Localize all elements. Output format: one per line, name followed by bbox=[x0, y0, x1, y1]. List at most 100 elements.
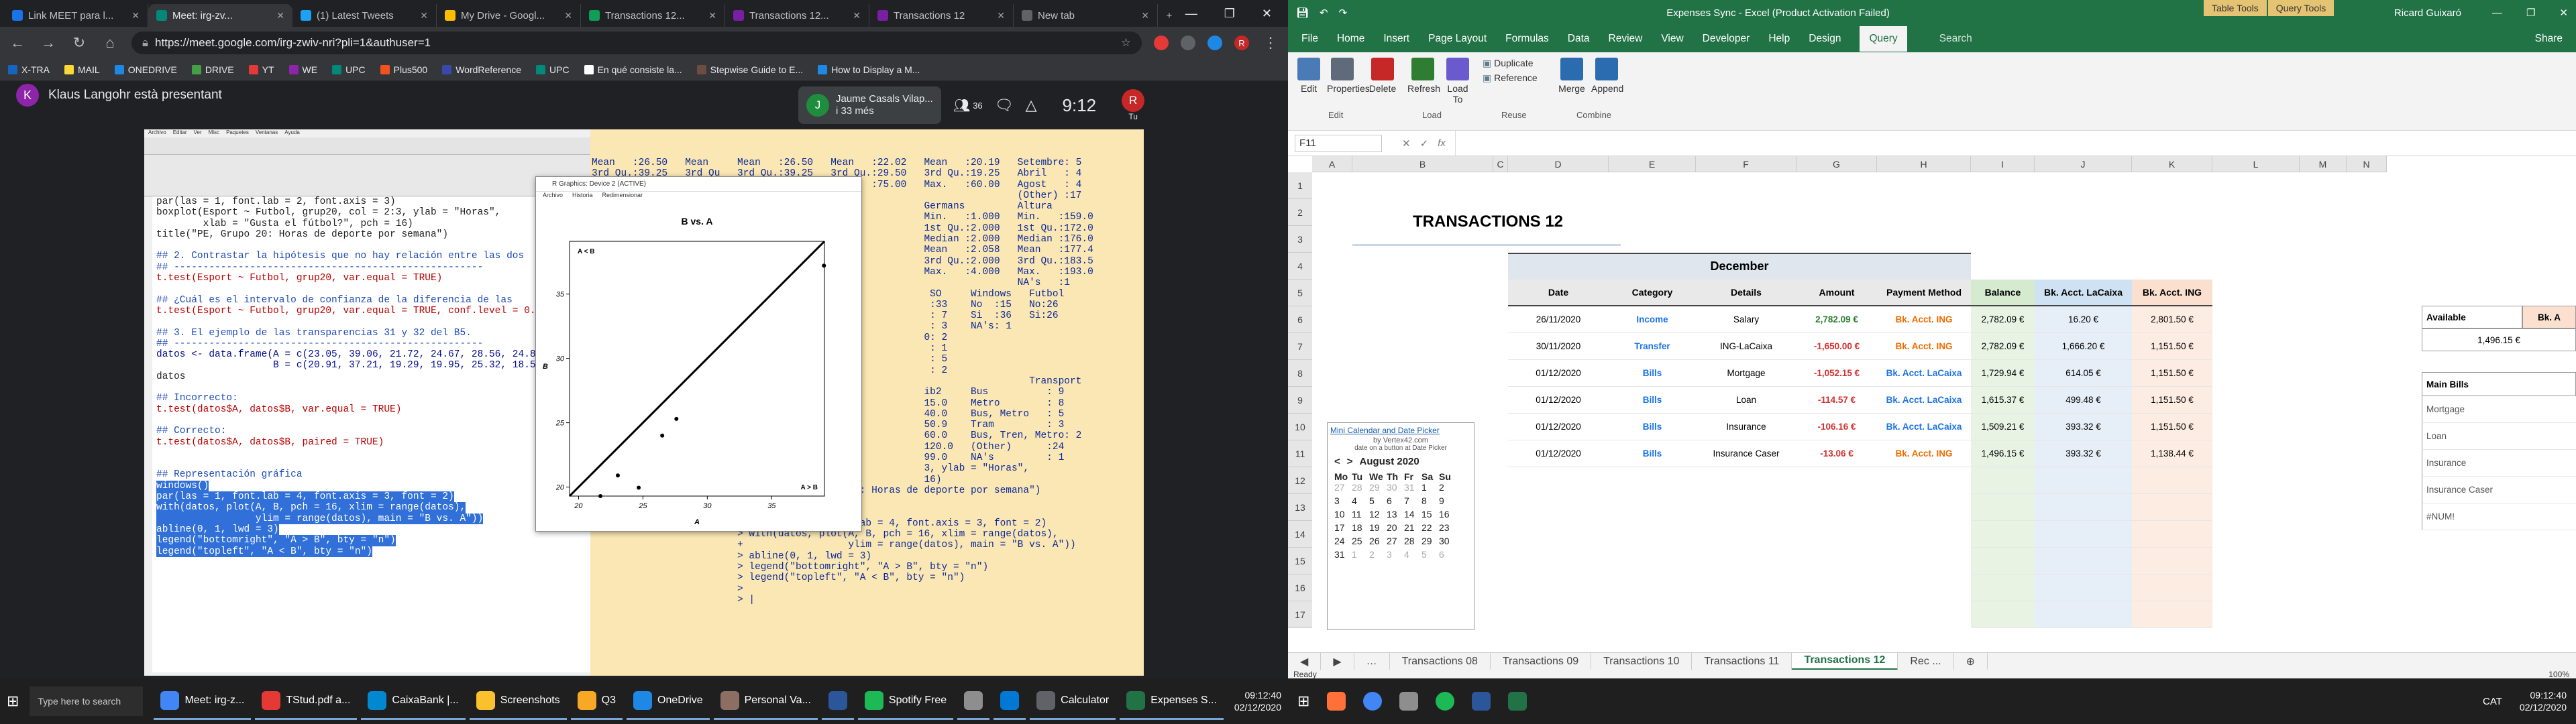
taskbar-app[interactable]: Calculator bbox=[1030, 682, 1116, 720]
self-avatar[interactable]: R bbox=[1122, 89, 1145, 112]
row-header[interactable]: 17 bbox=[1288, 601, 1312, 628]
ribbon-tab-formulas[interactable]: Formulas bbox=[1505, 33, 1549, 45]
balance-cell[interactable] bbox=[1971, 521, 2035, 548]
lacaixa-cell[interactable]: 499.48 € bbox=[2035, 387, 2132, 414]
column-header[interactable]: C bbox=[1493, 156, 1508, 172]
name-box[interactable]: F11 bbox=[1295, 134, 1382, 152]
category-cell[interactable]: Bills bbox=[1609, 414, 1696, 440]
bookmark-item[interactable]: Plus500 bbox=[380, 64, 427, 75]
star-icon[interactable]: ☆ bbox=[1121, 36, 1131, 50]
ribbon-tab-help[interactable]: Help bbox=[1768, 33, 1790, 45]
sheet-title[interactable]: TRANSACTIONS 12 bbox=[1352, 199, 1621, 246]
column-header[interactable]: I bbox=[1971, 156, 2035, 172]
zoom-level[interactable]: 100% bbox=[2548, 670, 2576, 679]
tab-close-icon[interactable]: ✕ bbox=[853, 10, 861, 21]
autosave-icon[interactable]: 💾︎ bbox=[1296, 7, 1309, 19]
activities-icon[interactable]: △ bbox=[1026, 97, 1037, 114]
calendar-day[interactable]: 27 bbox=[1334, 482, 1352, 493]
table-header[interactable]: Details bbox=[1696, 280, 1796, 306]
calendar-day[interactable]: 6 bbox=[1439, 549, 1456, 560]
details-cell[interactable]: Mortgage bbox=[1696, 360, 1796, 387]
main-bill-item[interactable]: Loan bbox=[2422, 423, 2576, 450]
chat-icon[interactable]: 🗨︎ bbox=[995, 97, 1014, 114]
lacaixa-cell[interactable] bbox=[2035, 494, 2132, 521]
row-header[interactable]: 4 bbox=[1288, 253, 1312, 280]
extension-icon[interactable] bbox=[1208, 36, 1222, 50]
category-cell[interactable]: Bills bbox=[1609, 360, 1696, 387]
reload-icon[interactable]: ↻ bbox=[70, 34, 89, 52]
language-indicator[interactable]: CAT bbox=[2483, 696, 2502, 707]
payment-cell[interactable]: Bk. Acct. LaCaixa bbox=[1877, 387, 1971, 414]
date-cell[interactable]: 26/11/2020 bbox=[1508, 306, 1609, 333]
calendar-day[interactable]: 8 bbox=[1421, 495, 1439, 506]
taskbar-search[interactable]: Type here to search bbox=[30, 686, 144, 716]
date-cell[interactable]: 30/11/2020 bbox=[1508, 333, 1609, 360]
date-cell[interactable]: 01/12/2020 bbox=[1508, 360, 1609, 387]
calendar-day[interactable]: 11 bbox=[1352, 509, 1369, 520]
sheet-tab[interactable]: Transactions 09 bbox=[1491, 652, 1592, 670]
balance-cell[interactable]: 1,496.15 € bbox=[1971, 440, 2035, 467]
balance-cell[interactable] bbox=[1971, 494, 2035, 521]
extension-icon[interactable] bbox=[1154, 36, 1169, 50]
extension-icon[interactable] bbox=[1181, 36, 1195, 50]
tab-close-icon[interactable]: ✕ bbox=[564, 10, 572, 21]
people-button[interactable]: 👥︎ 36 bbox=[953, 97, 983, 114]
calendar-day[interactable]: 30 bbox=[1387, 482, 1404, 493]
calendar-day[interactable]: 1 bbox=[1421, 482, 1439, 493]
payment-cell[interactable]: Bk. Acct. ING bbox=[1877, 333, 1971, 360]
sheet-tab[interactable]: Transactions 11 bbox=[1692, 652, 1792, 670]
calendar-day[interactable]: 1 bbox=[1352, 549, 1369, 560]
balance-cell[interactable]: 2,782.09 € bbox=[1971, 333, 2035, 360]
ribbon-button-duplicate[interactable]: ▣ Duplicate bbox=[1483, 58, 1550, 69]
ribbon-search[interactable]: Search bbox=[1939, 33, 1972, 45]
category-cell[interactable]: Income bbox=[1609, 306, 1696, 333]
row-header[interactable]: 9 bbox=[1288, 387, 1312, 414]
table-header[interactable]: Payment Method bbox=[1877, 280, 1971, 306]
add-sheet-icon[interactable]: ⊕ bbox=[1954, 652, 1988, 670]
calendar-day[interactable]: 2 bbox=[1369, 549, 1387, 560]
calendar-day[interactable]: 6 bbox=[1387, 495, 1404, 506]
column-header[interactable]: J bbox=[2035, 156, 2132, 172]
lacaixa-cell[interactable] bbox=[2035, 575, 2132, 601]
bookmark-item[interactable]: ONEDRIVE bbox=[114, 64, 177, 75]
calendar-day[interactable]: 5 bbox=[1369, 495, 1387, 506]
graph-menu-item[interactable]: Redimensionar bbox=[602, 192, 643, 201]
calendar-day[interactable]: 31 bbox=[1404, 482, 1421, 493]
calendar-day[interactable]: 24 bbox=[1334, 536, 1352, 546]
bookmark-item[interactable]: Stepwise Guide to E... bbox=[696, 64, 803, 75]
calendar-day[interactable]: 4 bbox=[1404, 549, 1421, 560]
sheet-tab[interactable]: Transactions 10 bbox=[1591, 652, 1693, 670]
calendar-day[interactable]: 29 bbox=[1369, 482, 1387, 493]
bookmark-item[interactable]: MAIL bbox=[64, 64, 100, 75]
main-bill-item[interactable]: Insurance Caser bbox=[2422, 477, 2576, 503]
ribbon-tab-query[interactable]: Query bbox=[1860, 26, 1907, 52]
date-cell[interactable]: 01/12/2020 bbox=[1508, 440, 1609, 467]
calendar-day[interactable]: 23 bbox=[1439, 522, 1456, 533]
date-cell[interactable]: 01/12/2020 bbox=[1508, 414, 1609, 440]
ing-cell[interactable]: 1,151.50 € bbox=[2132, 387, 2212, 414]
calendar-day[interactable]: 19 bbox=[1369, 522, 1387, 533]
browser-tab[interactable]: My Drive - Googl... ✕ bbox=[437, 4, 581, 27]
column-header[interactable]: H bbox=[1877, 156, 1971, 172]
calendar-day[interactable]: 25 bbox=[1352, 536, 1369, 546]
taskbar-app[interactable]: Expenses S... bbox=[1120, 682, 1224, 720]
amount-cell[interactable]: -13.06 € bbox=[1796, 440, 1877, 467]
chrome-icon[interactable] bbox=[1363, 692, 1383, 711]
windows-icon[interactable]: ⊞ bbox=[7, 692, 19, 710]
ribbon-button-append[interactable]: Append bbox=[1591, 58, 1623, 94]
more-sheets-icon[interactable]: … bbox=[1354, 652, 1390, 670]
close-icon[interactable]: ✕ bbox=[2559, 7, 2568, 19]
balance-cell[interactable]: 1,509.21 € bbox=[1971, 414, 2035, 440]
sheet-tab[interactable]: Transactions 12 bbox=[1792, 652, 1898, 670]
details-cell[interactable]: ING-LaCaixa bbox=[1696, 333, 1796, 360]
calendar-day[interactable]: 2 bbox=[1439, 482, 1456, 493]
tab-close-icon[interactable]: ✕ bbox=[276, 10, 284, 21]
row-header[interactable]: 6 bbox=[1288, 306, 1312, 333]
ing-cell[interactable]: 1,138.44 € bbox=[2132, 440, 2212, 467]
home-icon[interactable]: ⌂ bbox=[101, 34, 119, 52]
settings-icon[interactable] bbox=[1399, 692, 1419, 711]
calendar-day[interactable]: 29 bbox=[1421, 536, 1439, 546]
enter-icon[interactable]: ✓ bbox=[1420, 137, 1429, 149]
calendar-day[interactable]: 26 bbox=[1369, 536, 1387, 546]
taskbar-app[interactable]: Meet: irg-z... bbox=[154, 682, 252, 720]
